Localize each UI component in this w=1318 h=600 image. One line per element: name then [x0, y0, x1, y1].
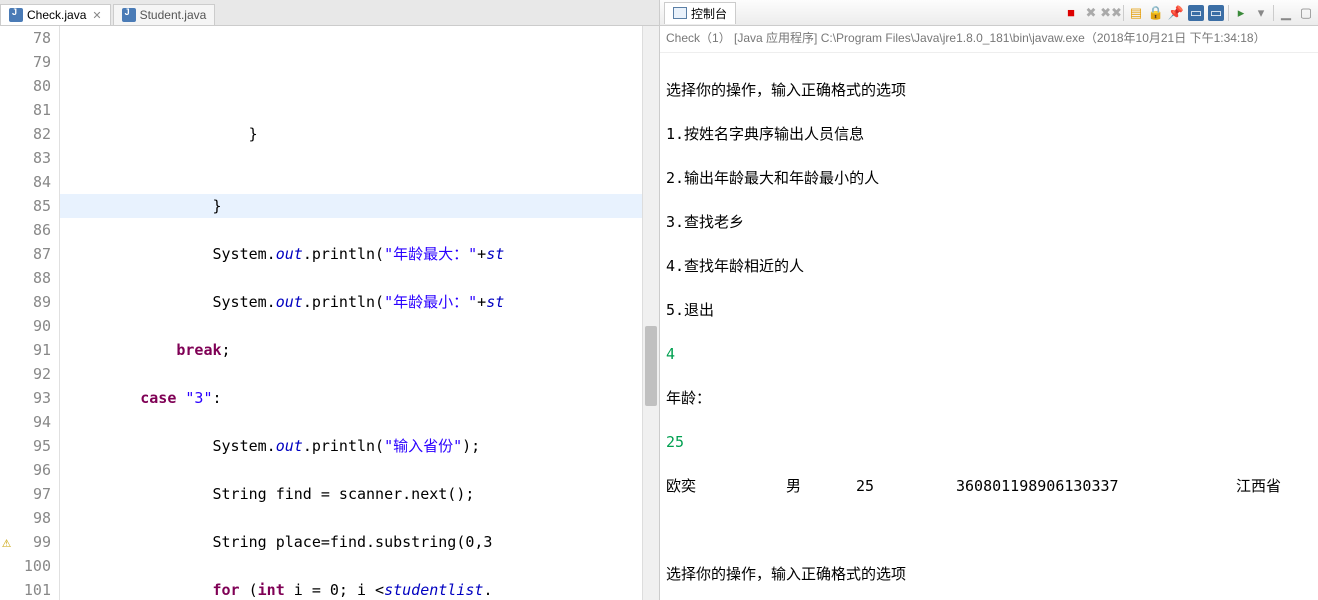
console-line: 5.退出 — [666, 299, 1312, 321]
line-number: 84 — [0, 170, 51, 194]
java-file-icon — [122, 8, 136, 22]
code-line: break; — [68, 338, 642, 362]
code-line: case "3": — [68, 386, 642, 410]
line-number: 88 — [0, 266, 51, 290]
editor-pane: Check.java ✕ Student.java 78 79 80 81 82… — [0, 0, 660, 600]
console-result-row: 欧奕男25360801198906130337江西省 — [666, 475, 1312, 497]
console-pane: 控制台 ■ ✖ ✖✖ ▤ 🔒 📌 ▭ ▭ ▸ ▾ ▁ ▢ Check（1） [J… — [660, 0, 1318, 600]
console-header: 控制台 ■ ✖ ✖✖ ▤ 🔒 📌 ▭ ▭ ▸ ▾ ▁ ▢ — [660, 0, 1318, 26]
tab-label: Student.java — [140, 8, 207, 22]
console-line: 4.查找年龄相近的人 — [666, 255, 1312, 277]
console-launch-info: Check（1） [Java 应用程序] C:\Program Files\Ja… — [660, 26, 1318, 53]
vertical-scrollbar[interactable] — [642, 26, 659, 600]
line-number: 92 — [0, 362, 51, 386]
java-file-icon — [9, 8, 23, 22]
line-number: 94 — [0, 410, 51, 434]
line-number: 85 — [0, 194, 51, 218]
line-number: 97 — [0, 482, 51, 506]
separator — [1273, 5, 1274, 21]
line-number: 78 — [0, 26, 51, 50]
editor-body: 78 79 80 81 82 83 84 85 86 87 88 89 90 9… — [0, 26, 659, 600]
console-line: 3.查找老乡 — [666, 211, 1312, 233]
tab-label: Check.java — [27, 8, 86, 22]
line-number: 100 — [0, 554, 51, 578]
console-line — [666, 519, 1312, 541]
console-line: 年龄： — [666, 387, 1312, 409]
line-number: 95 — [0, 434, 51, 458]
code-area[interactable]: } } System.out.println("年龄最大："+st System… — [60, 26, 642, 600]
line-number: 91 — [0, 338, 51, 362]
separator — [1228, 5, 1229, 21]
line-gutter: 78 79 80 81 82 83 84 85 86 87 88 89 90 9… — [0, 26, 60, 600]
console-line: 2.输出年龄最大和年龄最小的人 — [666, 167, 1312, 189]
console-tab-label: 控制台 — [691, 5, 727, 22]
display-selected-icon-2[interactable]: ▭ — [1208, 5, 1224, 21]
terminate-icon[interactable]: ■ — [1063, 5, 1079, 21]
line-number: 89 — [0, 290, 51, 314]
remove-all-icon[interactable]: ✖✖ — [1103, 5, 1119, 21]
console-icon — [673, 7, 687, 19]
separator — [1123, 5, 1124, 21]
console-line: 选择你的操作，输入正确格式的选项 — [666, 563, 1312, 585]
code-line: for (int i = 0; i <studentlist. — [68, 578, 642, 600]
line-number: 81 — [0, 98, 51, 122]
clear-console-icon[interactable]: ▤ — [1128, 5, 1144, 21]
code-line: System.out.println("年龄最大："+st — [68, 242, 642, 266]
console-line: 选择你的操作，输入正确格式的选项 — [666, 79, 1312, 101]
line-number: 98 — [0, 506, 51, 530]
line-number: 90 — [0, 314, 51, 338]
close-icon[interactable]: ✕ — [92, 9, 101, 22]
code-line: } — [68, 194, 642, 218]
scrollbar-thumb[interactable] — [645, 326, 657, 406]
console-input-line: 25 — [666, 431, 1312, 453]
code-line: String place=find.substring(0,3 — [68, 530, 642, 554]
new-console-icon[interactable]: ▾ — [1253, 5, 1269, 21]
pin-console-icon[interactable]: 📌 — [1168, 5, 1184, 21]
code-line: System.out.println("年龄最小："+st — [68, 290, 642, 314]
line-number: 80 — [0, 74, 51, 98]
code-line: } — [68, 122, 642, 146]
console-tab[interactable]: 控制台 — [664, 2, 736, 24]
line-number: 83 — [0, 146, 51, 170]
line-number: 101 — [0, 578, 51, 600]
console-input-line: 4 — [666, 343, 1312, 365]
editor-tab-bar: Check.java ✕ Student.java — [0, 0, 659, 26]
line-number: 87 — [0, 242, 51, 266]
display-selected-icon[interactable]: ▭ — [1188, 5, 1204, 21]
maximize-icon[interactable]: ▢ — [1298, 5, 1314, 21]
line-number: 93 — [0, 386, 51, 410]
open-console-icon[interactable]: ▸ — [1233, 5, 1249, 21]
code-line: System.out.println("输入省份"); — [68, 434, 642, 458]
line-number: 82 — [0, 122, 51, 146]
console-toolbar: ■ ✖ ✖✖ ▤ 🔒 📌 ▭ ▭ ▸ ▾ ▁ ▢ — [1063, 5, 1314, 21]
warning-icon: ⚠ — [2, 530, 11, 554]
minimize-icon[interactable]: ▁ — [1278, 5, 1294, 21]
tab-student-java[interactable]: Student.java — [113, 4, 216, 25]
remove-launch-icon[interactable]: ✖ — [1083, 5, 1099, 21]
console-line: 1.按姓名字典序输出人员信息 — [666, 123, 1312, 145]
console-output[interactable]: 选择你的操作，输入正确格式的选项 1.按姓名字典序输出人员信息 2.输出年龄最大… — [660, 53, 1318, 600]
code-line: String find = scanner.next(); — [68, 482, 642, 506]
line-number: 86 — [0, 218, 51, 242]
line-number: 96 — [0, 458, 51, 482]
line-number: 79 — [0, 50, 51, 74]
line-number: 99 — [33, 533, 51, 551]
tab-check-java[interactable]: Check.java ✕ — [0, 4, 111, 25]
scroll-lock-icon[interactable]: 🔒 — [1148, 5, 1164, 21]
